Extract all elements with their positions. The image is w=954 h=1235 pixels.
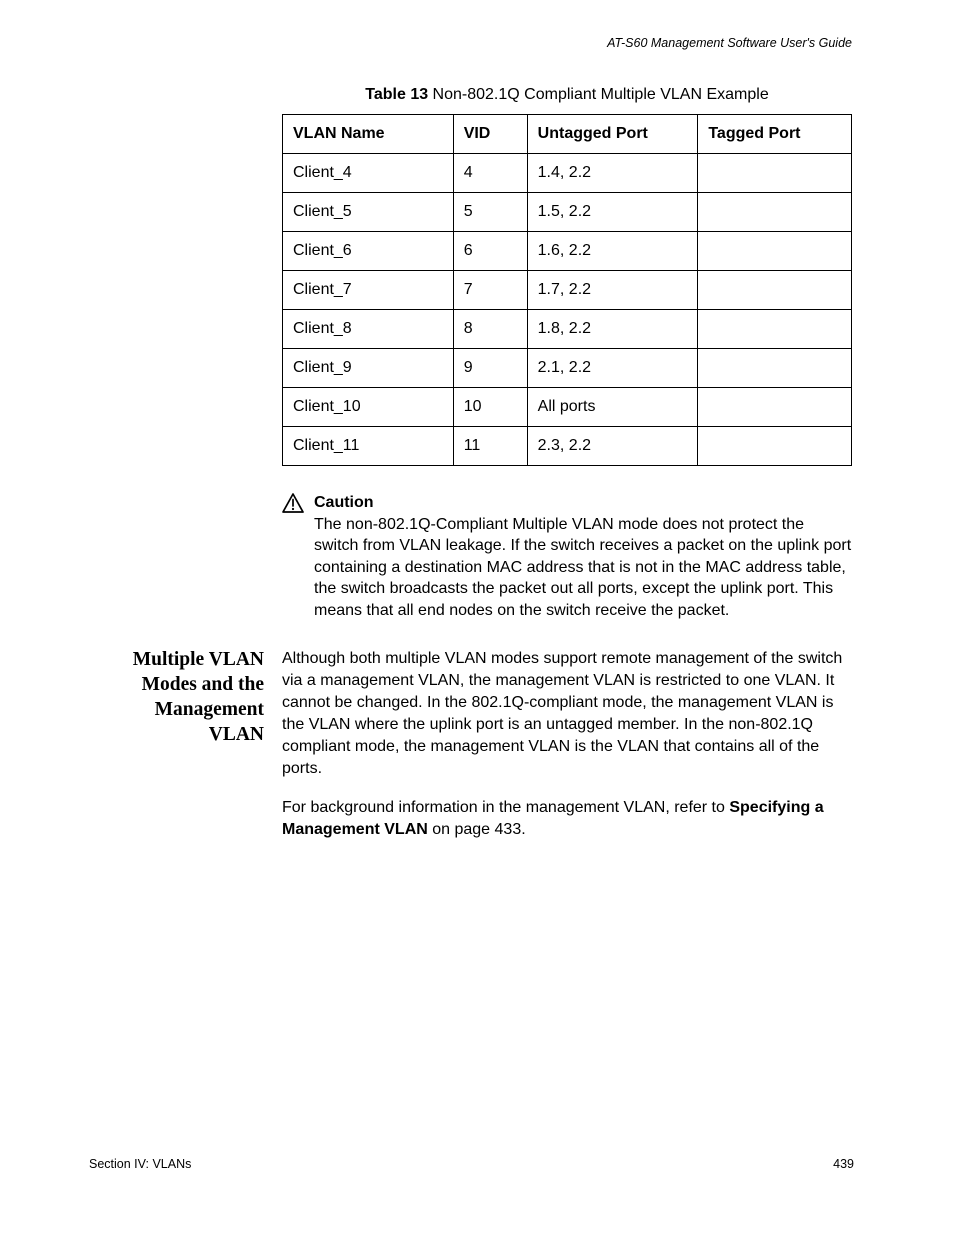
col-header-name: VLAN Name <box>283 115 454 154</box>
cell-name: Client_11 <box>283 427 454 466</box>
table-row: Client_992.1, 2.2 <box>283 349 852 388</box>
caution-block: Caution The non-802.1Q-Compliant Multipl… <box>282 492 852 622</box>
table-caption: Table 13 Non-802.1Q Compliant Multiple V… <box>282 86 852 104</box>
cell-vid: 9 <box>453 349 527 388</box>
cell-name: Client_5 <box>283 193 454 232</box>
cell-name: Client_7 <box>283 271 454 310</box>
cell-untagged: 2.1, 2.2 <box>527 349 698 388</box>
cell-tagged <box>698 232 852 271</box>
table-row: Client_11112.3, 2.2 <box>283 427 852 466</box>
body-section: Although both multiple VLAN modes suppor… <box>282 648 852 859</box>
cell-untagged: 1.8, 2.2 <box>527 310 698 349</box>
vlan-table: VLAN Name VID Untagged Port Tagged Port … <box>282 114 852 466</box>
footer-page-number: 439 <box>833 1157 854 1171</box>
table-row: Client_771.7, 2.2 <box>283 271 852 310</box>
cell-tagged <box>698 388 852 427</box>
paragraph-1: Although both multiple VLAN modes suppor… <box>282 648 852 779</box>
table-row: Client_551.5, 2.2 <box>283 193 852 232</box>
table-header-row: VLAN Name VID Untagged Port Tagged Port <box>283 115 852 154</box>
cell-untagged: 1.5, 2.2 <box>527 193 698 232</box>
cell-vid: 11 <box>453 427 527 466</box>
cell-vid: 5 <box>453 193 527 232</box>
cell-tagged <box>698 193 852 232</box>
table-caption-number: Table 13 <box>365 86 428 103</box>
cell-name: Client_4 <box>283 154 454 193</box>
cell-vid: 6 <box>453 232 527 271</box>
cell-tagged <box>698 271 852 310</box>
cell-name: Client_8 <box>283 310 454 349</box>
table-row: Client_881.8, 2.2 <box>283 310 852 349</box>
cell-tagged <box>698 349 852 388</box>
cell-untagged: 1.4, 2.2 <box>527 154 698 193</box>
caution-heading: Caution <box>314 492 852 514</box>
caution-text: Caution The non-802.1Q-Compliant Multipl… <box>314 492 852 622</box>
paragraph-2: For background information in the manage… <box>282 797 852 841</box>
table-row: Client_1010All ports <box>283 388 852 427</box>
cell-vid: 7 <box>453 271 527 310</box>
cell-untagged: 2.3, 2.2 <box>527 427 698 466</box>
cell-untagged: 1.6, 2.2 <box>527 232 698 271</box>
caution-icon <box>282 493 304 518</box>
cell-tagged <box>698 310 852 349</box>
running-header: AT-S60 Management Software User's Guide <box>607 36 852 50</box>
table-row: Client_441.4, 2.2 <box>283 154 852 193</box>
col-header-untagged: Untagged Port <box>527 115 698 154</box>
cell-name: Client_9 <box>283 349 454 388</box>
table-caption-title: Non-802.1Q Compliant Multiple VLAN Examp… <box>428 86 769 103</box>
cell-name: Client_6 <box>283 232 454 271</box>
cell-vid: 4 <box>453 154 527 193</box>
footer-section-label: Section IV: VLANs <box>89 1157 191 1171</box>
cell-vid: 8 <box>453 310 527 349</box>
cell-tagged <box>698 154 852 193</box>
cell-untagged: 1.7, 2.2 <box>527 271 698 310</box>
paragraph-2-pre: For background information in the manage… <box>282 799 729 816</box>
main-content: Table 13 Non-802.1Q Compliant Multiple V… <box>282 80 852 622</box>
table-row: Client_661.6, 2.2 <box>283 232 852 271</box>
col-header-tagged: Tagged Port <box>698 115 852 154</box>
cell-vid: 10 <box>453 388 527 427</box>
col-header-vid: VID <box>453 115 527 154</box>
paragraph-2-post: on page 433. <box>428 821 526 838</box>
cell-name: Client_10 <box>283 388 454 427</box>
cell-untagged: All ports <box>527 388 698 427</box>
cell-tagged <box>698 427 852 466</box>
document-page: AT-S60 Management Software User's Guide … <box>0 0 954 1235</box>
side-heading: Multiple VLAN Modes and the Management V… <box>106 648 264 748</box>
caution-body: The non-802.1Q-Compliant Multiple VLAN m… <box>314 516 851 619</box>
